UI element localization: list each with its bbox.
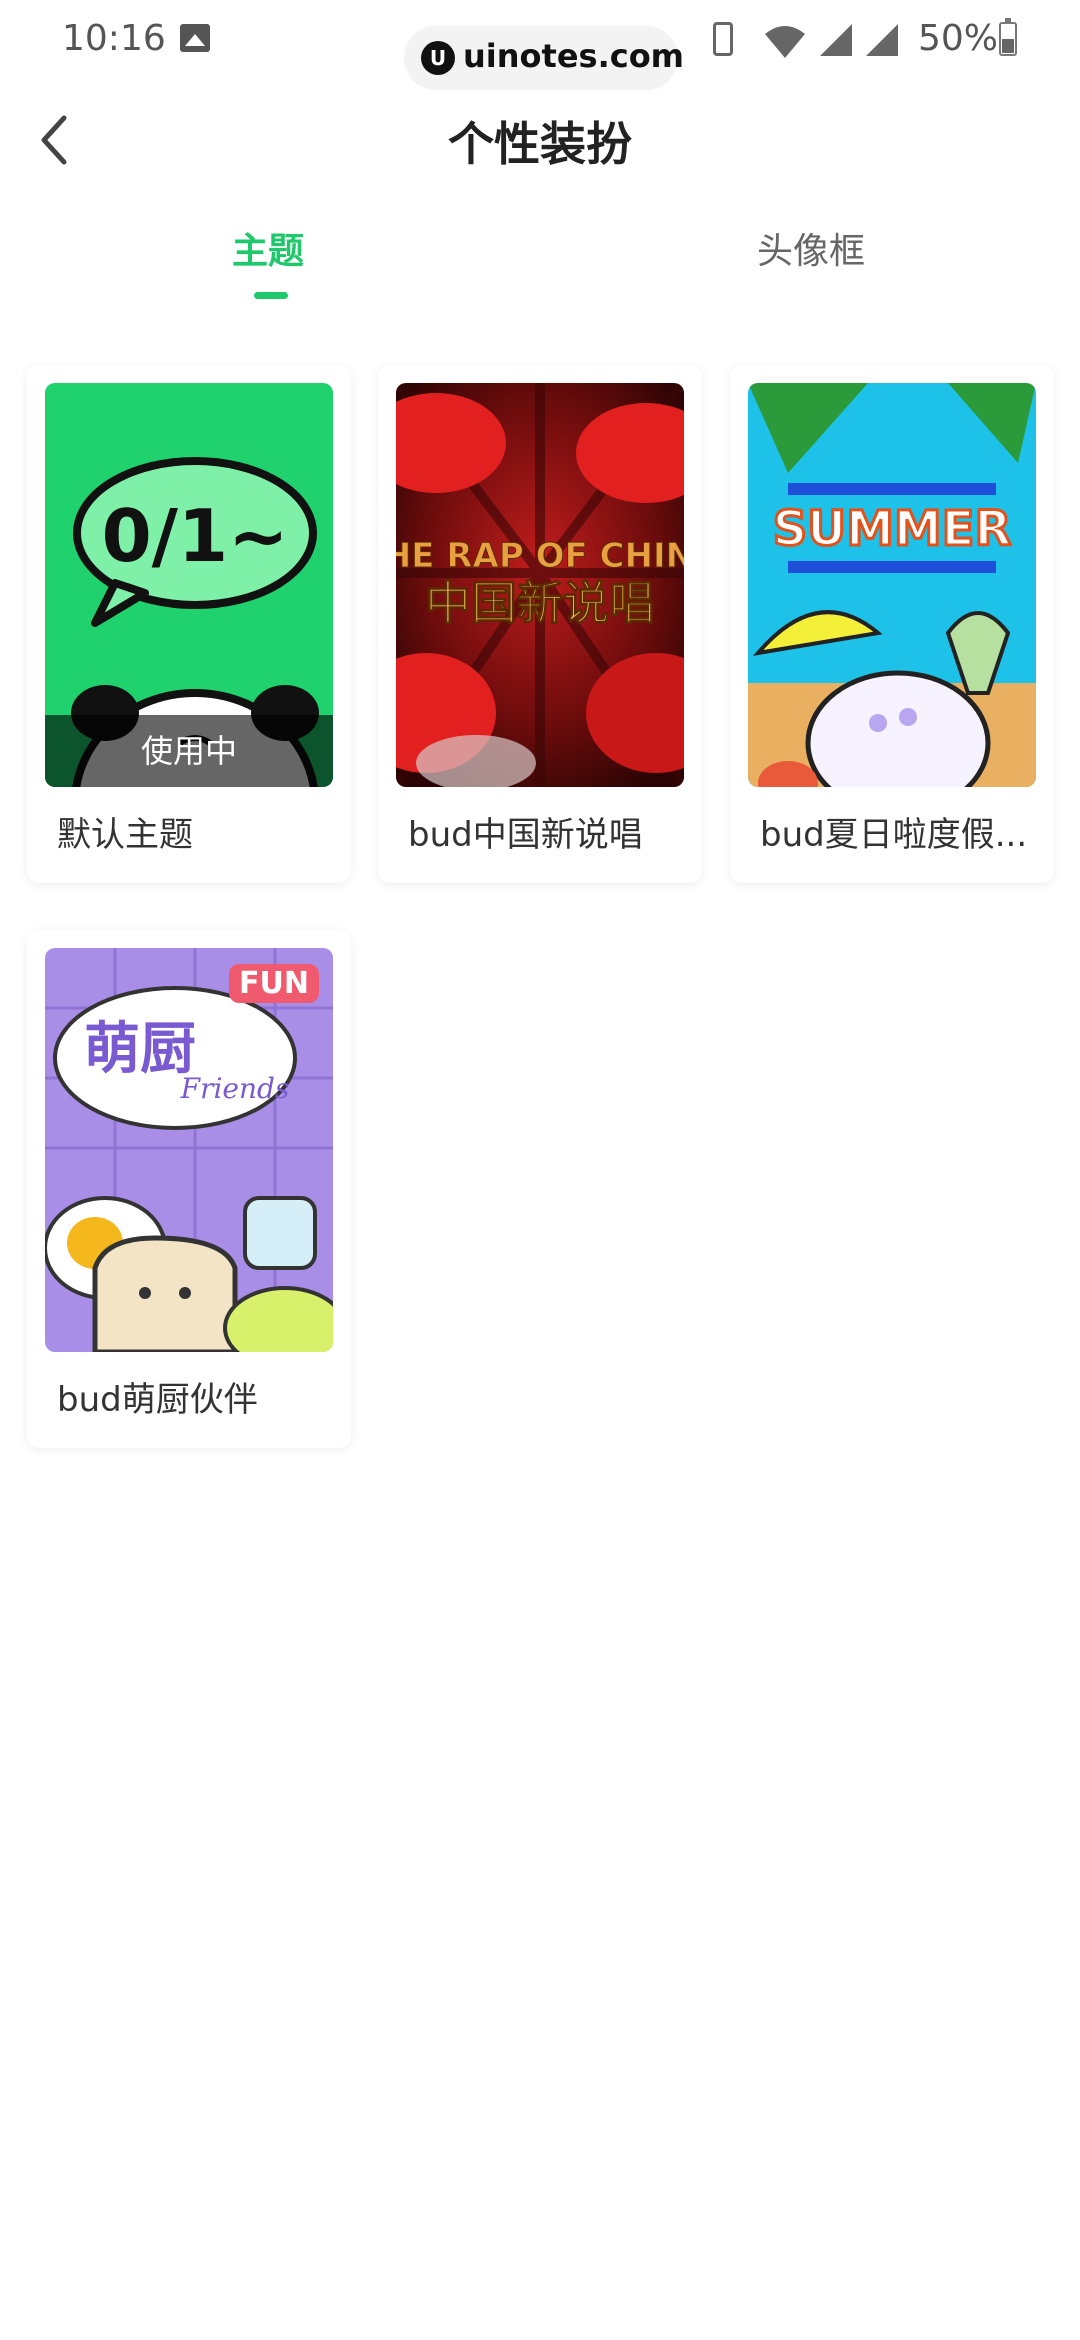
- chef-theme-art: 萌厨 Friends: [45, 948, 333, 1352]
- summer-theme-art: SUMMER: [748, 383, 1036, 787]
- chef-art-subtitle: Friends: [180, 1072, 290, 1105]
- url-text: uinotes.com: [463, 37, 685, 75]
- theme-card-rap-of-china[interactable]: THE RAP OF CHINA 中国新说唱 bud中国新说唱: [378, 365, 702, 883]
- status-time: 10:16: [62, 18, 166, 59]
- rap-title-en: THE RAP OF CHINA: [396, 536, 684, 576]
- uinotes-logo-icon: U: [421, 41, 455, 75]
- signal-icon-2: [866, 24, 898, 56]
- wifi-icon: [765, 26, 805, 58]
- page-title: 个性装扮: [448, 117, 632, 171]
- rap-title-cn: 中国新说唱: [425, 576, 655, 630]
- tab-active-indicator: [254, 292, 288, 299]
- theme-title: bud萌厨伙伴: [57, 1380, 258, 1420]
- summer-art-text: SUMMER: [773, 501, 1012, 557]
- chef-art-title: 萌厨: [84, 1017, 196, 1082]
- battery-percent: 50%: [918, 18, 999, 59]
- vibrate-icon: [713, 22, 733, 56]
- theme-thumbnail-chef-friends: 萌厨 Friends FUN: [45, 948, 333, 1352]
- fun-badge: FUN: [229, 964, 319, 1003]
- theme-title: 默认主题: [57, 815, 193, 855]
- theme-card-summer[interactable]: SUMMER bud夏日啦度假...: [730, 365, 1054, 883]
- url-pill: U uinotes.com: [405, 26, 684, 88]
- tab-theme[interactable]: 主题: [232, 222, 304, 274]
- tab-avatar-frame[interactable]: 头像框: [757, 222, 865, 274]
- theme-card-chef-friends[interactable]: 萌厨 Friends FUN bud萌厨伙伴: [27, 930, 351, 1448]
- gallery-notification-icon: [180, 24, 210, 52]
- theme-thumbnail-summer: SUMMER: [748, 383, 1036, 787]
- theme-card-default[interactable]: 0/1~ 使用中 默认主题: [27, 365, 351, 883]
- in-use-badge: 使用中: [45, 715, 333, 787]
- theme-title: bud夏日啦度假...: [760, 815, 1028, 855]
- theme-thumbnail-default: 0/1~ 使用中: [45, 383, 333, 787]
- status-bar: 10:16 U uinotes.com 50%: [0, 0, 1080, 88]
- signal-icon: [820, 24, 852, 56]
- theme-thumbnail-rap-of-china: THE RAP OF CHINA 中国新说唱: [396, 383, 684, 787]
- rap-theme-art: THE RAP OF CHINA 中国新说唱: [396, 383, 684, 787]
- speech-bubble-text: 0/1~: [102, 494, 289, 578]
- theme-title: bud中国新说唱: [408, 815, 643, 855]
- battery-icon: [999, 18, 1017, 56]
